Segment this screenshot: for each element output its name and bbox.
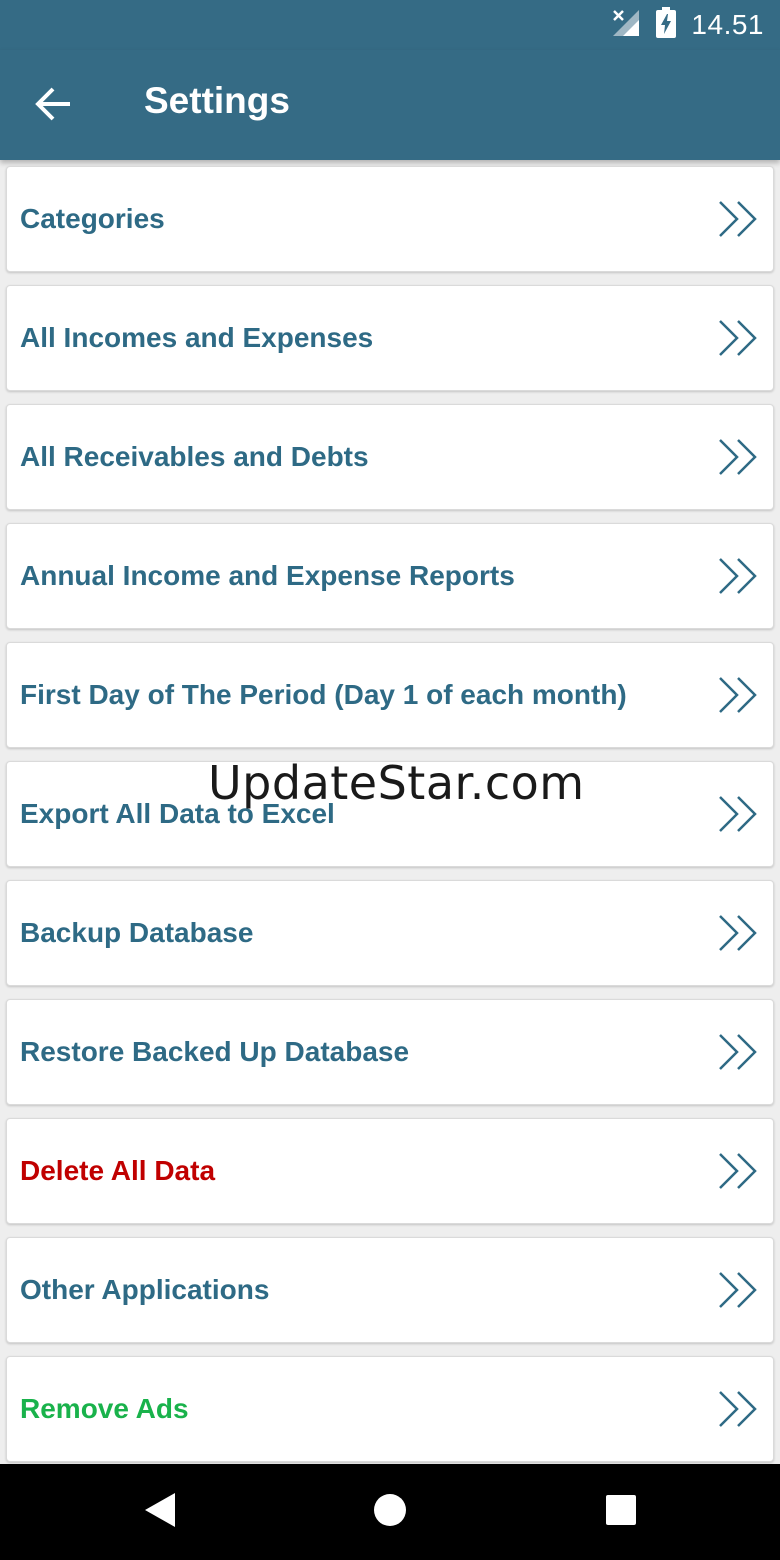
settings-list: Categories All Incomes and Expenses All … (6, 166, 774, 1475)
double-chevron-right-icon (717, 1032, 761, 1072)
settings-item-export-excel[interactable]: Export All Data to Excel (6, 761, 774, 867)
double-chevron-right-icon (717, 199, 761, 239)
no-signal-icon (611, 8, 641, 43)
double-chevron-right-icon (717, 1151, 761, 1191)
nav-back-button[interactable] (130, 1482, 190, 1542)
nav-recents-button[interactable] (591, 1482, 651, 1542)
recents-square-icon (605, 1494, 637, 1531)
back-triangle-icon (143, 1491, 177, 1534)
settings-item-label: Annual Income and Expense Reports (20, 560, 515, 591)
double-chevron-right-icon (717, 318, 761, 358)
settings-item-restore-database[interactable]: Restore Backed Up Database (6, 999, 774, 1105)
settings-item-label: Restore Backed Up Database (20, 1036, 410, 1067)
double-chevron-right-icon (717, 1389, 761, 1429)
nav-home-button[interactable] (360, 1482, 420, 1542)
settings-item-label: Delete All Data (20, 1155, 216, 1186)
battery-charging-icon (655, 6, 677, 44)
settings-item-all-receivables-debts[interactable]: All Receivables and Debts (6, 404, 774, 510)
back-arrow-icon (35, 87, 73, 126)
settings-item-label: All Receivables and Debts (20, 441, 369, 472)
app-bar: Settings (0, 50, 780, 160)
settings-item-label: All Incomes and Expenses (20, 322, 374, 353)
double-chevron-right-icon (717, 1270, 761, 1310)
settings-item-delete-all-data[interactable]: Delete All Data (6, 1118, 774, 1224)
double-chevron-right-icon (717, 437, 761, 477)
double-chevron-right-icon (717, 556, 761, 596)
settings-item-all-incomes-expenses[interactable]: All Incomes and Expenses (6, 285, 774, 391)
settings-item-label: First Day of The Period (Day 1 of each m… (20, 679, 627, 710)
home-circle-icon (372, 1492, 408, 1533)
settings-item-categories[interactable]: Categories (6, 166, 774, 272)
settings-item-label: Categories (20, 203, 165, 234)
settings-item-label: Backup Database (20, 917, 254, 948)
settings-item-annual-reports[interactable]: Annual Income and Expense Reports (6, 523, 774, 629)
settings-item-remove-ads[interactable]: Remove Ads (6, 1356, 774, 1462)
settings-item-label: Remove Ads (20, 1393, 189, 1424)
system-nav-bar (0, 1464, 780, 1560)
double-chevron-right-icon (717, 794, 761, 834)
double-chevron-right-icon (717, 675, 761, 715)
settings-item-label: Export All Data to Excel (20, 798, 335, 829)
double-chevron-right-icon (717, 913, 761, 953)
settings-item-backup-database[interactable]: Backup Database (6, 880, 774, 986)
page-title: Settings (144, 80, 290, 121)
settings-item-other-applications[interactable]: Other Applications (6, 1237, 774, 1343)
status-time: 14.51 (691, 9, 764, 40)
back-button[interactable] (26, 78, 82, 134)
status-bar: 14.51 (0, 0, 780, 50)
settings-item-label: Other Applications (20, 1274, 270, 1305)
settings-item-first-day-of-period[interactable]: First Day of The Period (Day 1 of each m… (6, 642, 774, 748)
